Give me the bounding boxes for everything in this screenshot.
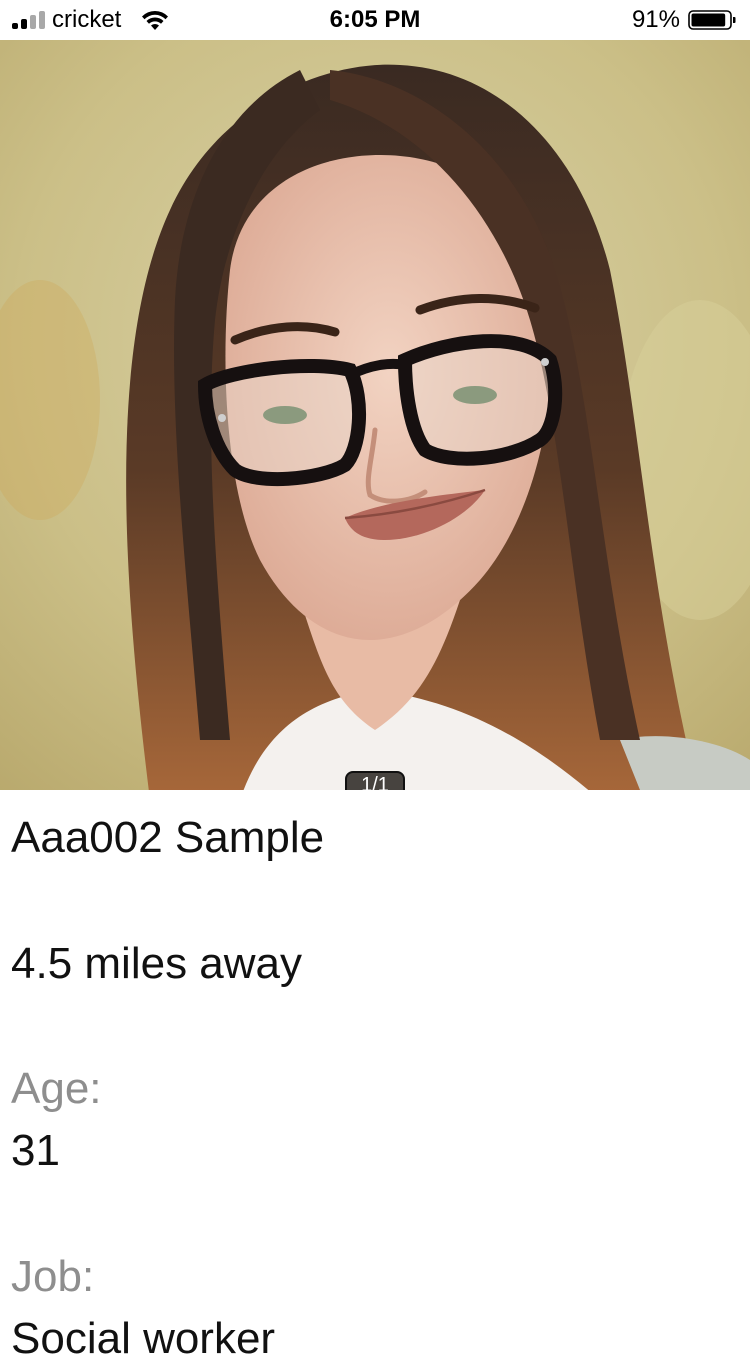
age-label: Age: (11, 1064, 102, 1113)
photo-counter-badge: 1/1 (345, 771, 405, 790)
profile-distance: 4.5 miles away (11, 939, 303, 988)
job-value: Social worker (11, 1314, 276, 1363)
profile-name: Aaa002 Sample (11, 813, 325, 862)
profile-photo[interactable]: 1/1 (0, 40, 750, 790)
battery-icon (688, 10, 736, 30)
battery-percent: 91% (631, 6, 680, 33)
job-label: Job: (11, 1252, 95, 1301)
age-value: 31 (11, 1126, 60, 1175)
profile-photo-image (0, 40, 750, 790)
status-bar: cricket 6:05 PM 91% (0, 0, 750, 40)
